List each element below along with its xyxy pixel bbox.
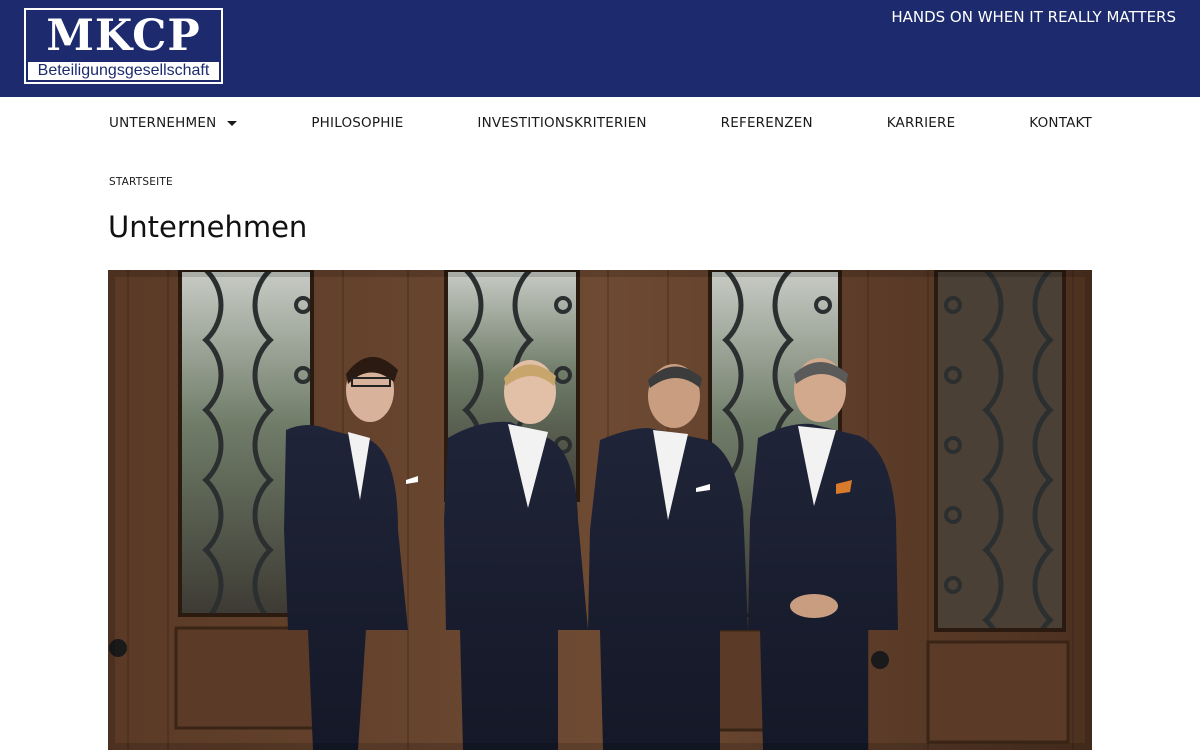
team-photo [108, 270, 1092, 750]
team-photo-illustration [108, 270, 1092, 750]
logo-subtitle: Beteiligungsgesellschaft [28, 62, 219, 80]
company-logo[interactable]: MKCP Beteiligungsgesellschaft [24, 8, 223, 84]
nav-item-referenzen[interactable]: REFERENZEN [721, 115, 813, 131]
chevron-down-icon[interactable] [227, 120, 238, 126]
logo-wordmark: MKCP [46, 11, 201, 61]
logo-frame: MKCP Beteiligungsgesellschaft [26, 10, 221, 82]
nav-item-label: UNTERNEHMEN [109, 115, 217, 131]
nav-item-philosophie[interactable]: PHILOSOPHIE [311, 115, 403, 131]
nav-item-kontakt[interactable]: KONTAKT [1029, 115, 1092, 131]
top-header-bar: MKCP Beteiligungsgesellschaft HANDS ON W… [0, 0, 1200, 97]
main-navigation: UNTERNEHMEN PHILOSOPHIE INVESTITIONSKRIT… [109, 114, 1092, 132]
breadcrumb: STARTSEITE [109, 176, 173, 188]
page-title: Unternehmen [108, 210, 308, 244]
nav-item-investitionskriterien[interactable]: INVESTITIONSKRITERIEN [477, 115, 646, 131]
breadcrumb-home-link[interactable]: STARTSEITE [109, 176, 173, 188]
header-tagline: HANDS ON WHEN IT REALLY MATTERS [891, 8, 1176, 26]
nav-item-unternehmen[interactable]: UNTERNEHMEN [109, 115, 238, 131]
nav-item-karriere[interactable]: KARRIERE [887, 115, 956, 131]
